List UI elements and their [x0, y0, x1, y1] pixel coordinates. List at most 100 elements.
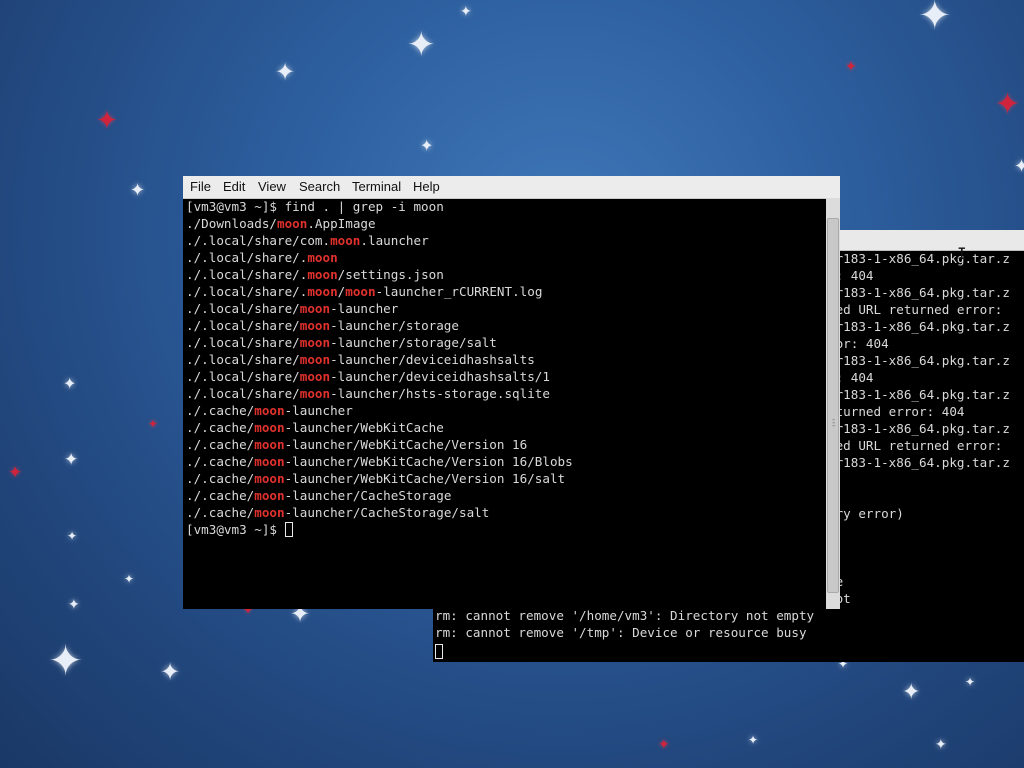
menu-search[interactable]: Search: [299, 179, 340, 194]
star-icon: ✦: [748, 733, 759, 747]
match-highlight: moon: [254, 403, 285, 418]
result-line: ./.local/share/moon-launcher/storage/sal…: [186, 334, 826, 351]
path-segment: /settings.json: [337, 267, 444, 282]
match-highlight: moon: [299, 301, 331, 316]
result-line: ./.cache/moon-launcher/CacheStorage/salt: [186, 504, 826, 521]
match-highlight: moon: [254, 505, 285, 520]
terminal-output[interactable]: [vm3@vm3 ~]$ find . | grep -i moon ./Dow…: [186, 198, 826, 538]
result-line: ./.cache/moon-launcher/WebKitCache: [186, 419, 826, 436]
menu-terminal[interactable]: Terminal: [352, 179, 401, 194]
path-segment: ./.local/share/.: [186, 250, 308, 265]
terminal-line: -r183-1-x86_64.pkg.tar.z: [828, 387, 1010, 402]
terminal-line: -r183-1-x86_64.pkg.tar.z: [828, 319, 1010, 334]
star-icon: ✦: [63, 374, 77, 393]
star-icon: ✦: [902, 680, 921, 705]
terminal-line: ted URL returned error:: [828, 438, 1003, 453]
star-icon: ✦: [275, 58, 296, 86]
menu-edit[interactable]: Edit: [223, 179, 245, 194]
match-highlight: moon: [299, 352, 331, 367]
match-highlight: moon: [299, 335, 331, 350]
result-line: ./.cache/moon-launcher/WebKitCache/Versi…: [186, 453, 826, 470]
result-line: ./.local/share/com.moon.launcher: [186, 232, 826, 249]
path-segment: ./.local/share/com.: [186, 233, 331, 248]
result-line: ./.cache/moon-launcher/CacheStorage: [186, 487, 826, 504]
path-segment: .AppImage: [307, 216, 376, 231]
star-icon: ✦: [148, 417, 159, 431]
match-highlight: moon: [299, 386, 331, 401]
path-segment: -launcher: [284, 403, 353, 418]
scrollbar[interactable]: ---: [826, 198, 840, 609]
path-segment: -launcher/WebKitCache: [284, 420, 444, 435]
path-segment: -launcher/CacheStorage: [284, 488, 452, 503]
terminal-line: -r183-1-x86_64.pkg.tar.z: [828, 421, 1010, 436]
match-highlight: moon: [254, 420, 285, 435]
path-segment: -launcher/WebKitCache/Version 16/salt: [284, 471, 566, 486]
star-icon: ✦: [460, 4, 472, 20]
command-line: [vm3@vm3 ~]$ find . | grep -i moon: [186, 199, 444, 214]
star-icon: ✦: [67, 529, 78, 543]
match-highlight: moon: [299, 369, 331, 384]
path-segment: .launcher: [360, 233, 429, 248]
result-line: ./.local/share/moon-launcher: [186, 300, 826, 317]
menu-help[interactable]: Help: [413, 179, 440, 194]
match-highlight: moon: [254, 437, 285, 452]
star-icon: ✦: [420, 136, 434, 155]
result-line: ./.local/share/.moon/moon-launcher_rCURR…: [186, 283, 826, 300]
match-highlight: moon: [307, 267, 338, 282]
path-segment: ./.local/share/: [186, 352, 300, 367]
result-line: ./.cache/moon-launcher/WebKitCache/Versi…: [186, 470, 826, 487]
terminal-line: -r183-1-x86_64.pkg.tar.z: [828, 455, 1010, 470]
path-segment: -launcher/hsts-storage.sqlite: [330, 386, 550, 401]
match-highlight: moon: [254, 454, 285, 469]
match-highlight: moon: [307, 250, 338, 265]
star-icon: ✦: [130, 180, 146, 201]
text-cursor: [284, 522, 293, 537]
star-icon: ✦: [845, 59, 857, 75]
match-highlight: moon: [330, 233, 361, 248]
result-line: ./.local/share/moon-launcher/hsts-storag…: [186, 385, 826, 402]
star-icon: ✦: [407, 25, 436, 65]
terminal-line: rm: cannot remove '/tmp': Device or reso…: [435, 625, 807, 640]
path-segment: ./Downloads/: [186, 216, 277, 231]
menu-file[interactable]: File: [190, 179, 211, 194]
terminal-line: -r183-1-x86_64.pkg.tar.z: [828, 285, 1010, 300]
match-highlight: moon: [299, 318, 331, 333]
path-segment: -launcher/storage/salt: [330, 335, 497, 350]
scrollbar-thumb[interactable]: ---: [827, 218, 839, 593]
path-segment: ./.cache/: [186, 488, 255, 503]
match-highlight: moon: [254, 471, 285, 486]
star-icon: ✦: [965, 675, 976, 689]
result-line: ./.local/share/moon-launcher/deviceidhas…: [186, 368, 826, 385]
terminal-line: -r183-1-x86_64.pkg.tar.z: [828, 353, 1010, 368]
terminal-line: ted URL returned error:: [828, 302, 1003, 317]
text-select-cursor-icon: I: [957, 244, 967, 263]
menu-bar: File Edit View Search Terminal Help: [183, 176, 840, 199]
path-segment: -launcher/deviceidhashsalts/1: [330, 369, 550, 384]
star-icon: ✦: [96, 106, 118, 136]
path-segment: ./.cache/: [186, 505, 255, 520]
result-line: ./.local/share/moon-launcher/deviceidhas…: [186, 351, 826, 368]
result-line: ./.local/share/.moon/settings.json: [186, 266, 826, 283]
terminal-line: rm: cannot remove '/home/vm3': Directory…: [435, 608, 815, 623]
path-segment: -launcher_rCURRENT.log: [375, 284, 543, 299]
prompt-line: [vm3@vm3 ~]$: [186, 521, 826, 538]
path-segment: ./.cache/: [186, 471, 255, 486]
result-line: ./.local/share/moon-launcher/storage: [186, 317, 826, 334]
match-highlight: moon: [277, 216, 308, 231]
star-icon: ✦: [918, 0, 952, 39]
path-segment: -launcher: [330, 301, 399, 316]
terminal-cursor: [435, 643, 443, 660]
front-terminal-window[interactable]: File Edit View Search Terminal Help [vm3…: [183, 176, 840, 609]
star-icon: ✦: [48, 636, 84, 685]
path-segment: ./.local/share/: [186, 369, 300, 384]
path-segment: ./.local/share/.: [186, 267, 308, 282]
result-line: ./.local/share/.moon: [186, 249, 826, 266]
path-segment: ./.local/share/.: [186, 284, 308, 299]
prompt-text: [vm3@vm3 ~]$: [186, 522, 285, 537]
star-icon: ✦: [64, 450, 79, 470]
path-segment: -launcher/WebKitCache/Version 16/Blobs: [284, 454, 573, 469]
menu-view[interactable]: View: [258, 179, 286, 194]
path-segment: ./.local/share/: [186, 335, 300, 350]
path-segment: -launcher/deviceidhashsalts: [330, 352, 535, 367]
star-icon: ✦: [1014, 156, 1024, 177]
